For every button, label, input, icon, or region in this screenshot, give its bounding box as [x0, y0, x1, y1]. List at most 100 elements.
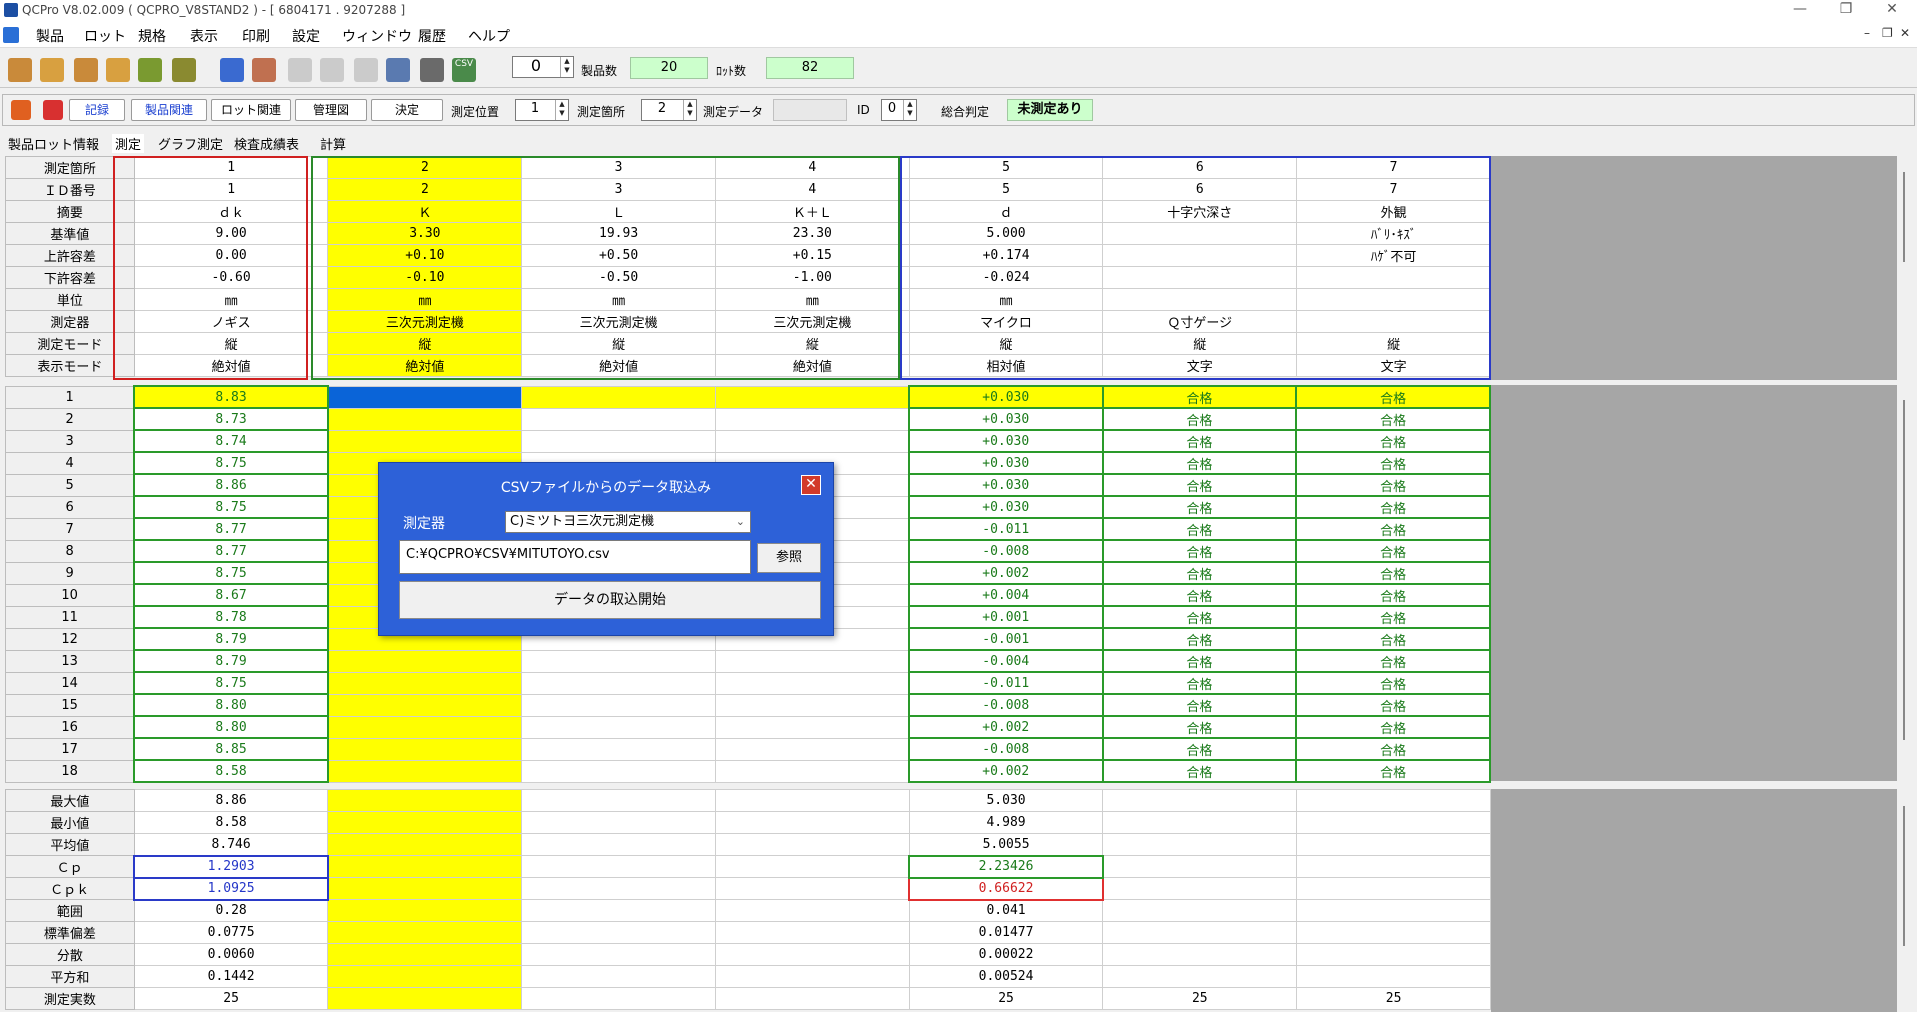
- measure-cell[interactable]: [521, 671, 716, 695]
- menu-print[interactable]: 印刷: [242, 26, 270, 46]
- judgement-cell[interactable]: 合格: [1295, 429, 1491, 453]
- judgement-cell[interactable]: 合格: [1101, 693, 1298, 717]
- menu-history[interactable]: 履歴: [418, 26, 446, 46]
- scrollbar[interactable]: [1903, 806, 1905, 946]
- measure-cell[interactable]: [327, 715, 523, 739]
- browse-button[interactable]: 参照: [757, 543, 821, 573]
- measure-cell[interactable]: [714, 737, 910, 761]
- measure-cell[interactable]: 8.75: [133, 451, 329, 475]
- measure-cell[interactable]: 8.80: [133, 693, 329, 717]
- chart-icon[interactable]: [386, 58, 410, 82]
- measure-cell[interactable]: 8.80: [133, 715, 329, 739]
- measure-cell[interactable]: 8.86: [133, 473, 329, 497]
- measure-cell[interactable]: [327, 649, 523, 673]
- measure-cell[interactable]: [521, 759, 716, 783]
- measure-cell[interactable]: [521, 385, 716, 409]
- measure-cell[interactable]: -0.011: [907, 517, 1104, 541]
- row-number[interactable]: 13: [5, 649, 135, 673]
- judgement-cell[interactable]: 合格: [1295, 407, 1491, 431]
- spin-arrows-icon[interactable]: ▲ ▼: [555, 100, 568, 120]
- edit-pencil-icon[interactable]: [138, 58, 162, 82]
- measure-cell[interactable]: [714, 385, 910, 409]
- spin-arrows-icon[interactable]: ▲ ▼: [683, 100, 696, 120]
- judgement-cell[interactable]: 合格: [1101, 407, 1298, 431]
- row-number[interactable]: 3: [5, 429, 135, 453]
- judgement-cell[interactable]: 合格: [1295, 539, 1491, 563]
- judgement-cell[interactable]: 合格: [1101, 473, 1298, 497]
- scrollbar[interactable]: [1903, 400, 1905, 740]
- measure-cell[interactable]: 8.58: [133, 759, 329, 783]
- measure-cell[interactable]: [521, 649, 716, 673]
- menu-lot[interactable]: ロット: [84, 26, 126, 46]
- row-number[interactable]: 17: [5, 737, 135, 761]
- measure-cell[interactable]: +0.030: [907, 495, 1104, 519]
- judgement-cell[interactable]: 合格: [1101, 517, 1298, 541]
- row-number[interactable]: 10: [5, 583, 135, 607]
- cancel-icon[interactable]: [43, 100, 63, 120]
- judgement-cell[interactable]: 合格: [1295, 517, 1491, 541]
- measure-cell[interactable]: [327, 737, 523, 761]
- measure-cell[interactable]: 8.75: [133, 495, 329, 519]
- judgement-cell[interactable]: 合格: [1101, 561, 1298, 585]
- measure-cell[interactable]: +0.002: [907, 561, 1104, 585]
- row-number[interactable]: 7: [5, 517, 135, 541]
- measure-cell[interactable]: +0.030: [907, 429, 1104, 453]
- measure-cell[interactable]: [521, 407, 716, 431]
- measure-cell[interactable]: -0.008: [907, 693, 1104, 717]
- judgement-cell[interactable]: 合格: [1101, 649, 1298, 673]
- measure-cell[interactable]: [521, 693, 716, 717]
- measure-cell[interactable]: [714, 715, 910, 739]
- measure-cell[interactable]: +0.030: [907, 451, 1104, 475]
- measure-cell[interactable]: [327, 671, 523, 695]
- measure-cell[interactable]: -0.008: [907, 737, 1104, 761]
- judgement-cell[interactable]: 合格: [1101, 759, 1298, 783]
- menu-spec[interactable]: 規格: [138, 26, 166, 46]
- mdi-restore-icon[interactable]: ❐: [1882, 26, 1893, 40]
- settings-icon[interactable]: [420, 58, 444, 82]
- tab-calc[interactable]: 計算: [320, 134, 346, 153]
- measure-cell[interactable]: [521, 715, 716, 739]
- measure-cell[interactable]: +0.004: [907, 583, 1104, 607]
- menu-window[interactable]: ウィンドウ: [342, 26, 412, 46]
- lot-related-button[interactable]: ロット関連: [211, 99, 291, 121]
- measure-cell[interactable]: [327, 385, 523, 409]
- judgement-cell[interactable]: 合格: [1295, 693, 1491, 717]
- row-number[interactable]: 2: [5, 407, 135, 431]
- device-select[interactable]: C)ミツトヨ三次元測定機 ⌄: [505, 511, 751, 533]
- lot-add-icon[interactable]: [106, 58, 130, 82]
- row-number[interactable]: 4: [5, 451, 135, 475]
- judgement-cell[interactable]: 合格: [1101, 737, 1298, 761]
- tab-inspection-report[interactable]: 検査成績表: [234, 134, 299, 153]
- tab-graph-measure[interactable]: グラフ測定: [158, 134, 223, 153]
- measure-cell[interactable]: [327, 429, 523, 453]
- product-add-icon[interactable]: [40, 58, 64, 82]
- measure-cell[interactable]: 8.75: [133, 561, 329, 585]
- judgement-cell[interactable]: 合格: [1295, 451, 1491, 475]
- menu-view[interactable]: 表示: [190, 26, 218, 46]
- menu-product[interactable]: 製品: [36, 26, 64, 46]
- measure-cell[interactable]: 8.73: [133, 407, 329, 431]
- measure-cell[interactable]: [521, 737, 716, 761]
- judgement-cell[interactable]: 合格: [1101, 429, 1298, 453]
- measure-cell[interactable]: -0.011: [907, 671, 1104, 695]
- measure-cell[interactable]: 8.74: [133, 429, 329, 453]
- measure-cell[interactable]: +0.002: [907, 759, 1104, 783]
- measure-cell[interactable]: [714, 671, 910, 695]
- judgement-cell[interactable]: 合格: [1295, 385, 1491, 409]
- measure-cell[interactable]: [714, 759, 910, 783]
- row-number[interactable]: 12: [5, 627, 135, 651]
- judgement-cell[interactable]: 合格: [1295, 627, 1491, 651]
- row-number[interactable]: 18: [5, 759, 135, 783]
- close-icon[interactable]: ✕: [801, 475, 821, 495]
- report-icon[interactable]: [252, 58, 276, 82]
- measure-cell[interactable]: 8.85: [133, 737, 329, 761]
- measure-cell[interactable]: 8.77: [133, 517, 329, 541]
- restore-icon[interactable]: ❐: [1826, 1, 1866, 17]
- judgement-cell[interactable]: 合格: [1295, 473, 1491, 497]
- judgement-cell[interactable]: 合格: [1295, 649, 1491, 673]
- spin-arrows-icon[interactable]: ▲ ▼: [903, 100, 916, 120]
- decide-button[interactable]: 決定: [371, 99, 443, 121]
- measure-cell[interactable]: +0.030: [907, 473, 1104, 497]
- row-number[interactable]: 16: [5, 715, 135, 739]
- measure-cell[interactable]: 8.78: [133, 605, 329, 629]
